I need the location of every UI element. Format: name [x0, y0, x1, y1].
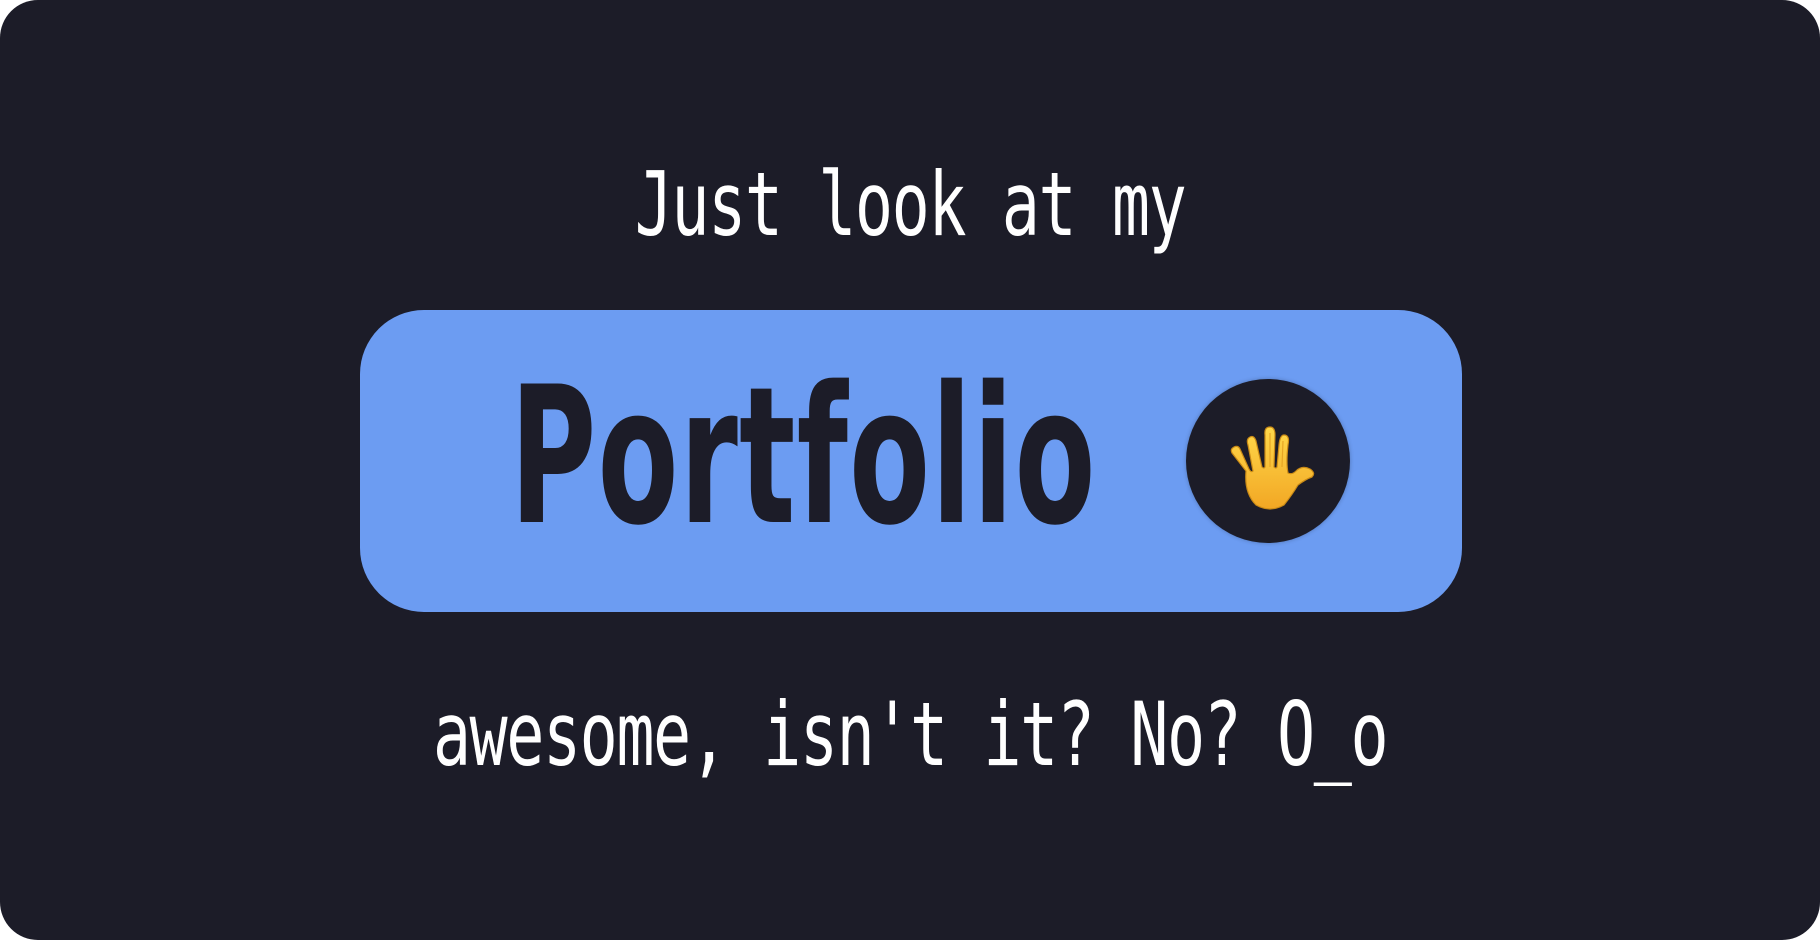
headline-bottom: awesome, isn't it? No? O_o [432, 683, 1389, 786]
banner-card: Just look at my Portfolio awesome, isn't… [0, 0, 1820, 940]
headline-top: Just look at my [634, 153, 1187, 256]
portfolio-highlight: Portfolio [360, 310, 1462, 612]
portfolio-title: Portfolio [510, 346, 1097, 567]
hand-badge [1186, 379, 1350, 543]
vulcan-salute-hand-icon [1230, 426, 1315, 510]
